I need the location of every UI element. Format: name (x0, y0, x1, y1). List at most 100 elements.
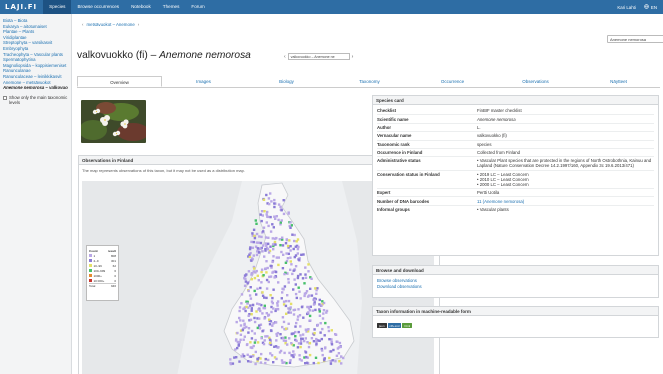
observation-cell (281, 236, 284, 239)
tab-biology[interactable]: Biology (245, 76, 328, 87)
observation-cell (252, 254, 255, 257)
observation-cell (314, 287, 317, 290)
observation-cell (246, 282, 249, 285)
observation-cell (294, 335, 297, 338)
observation-cell (267, 215, 270, 219)
observation-cell (287, 311, 290, 314)
observation-cell (260, 219, 263, 223)
observation-cell (248, 294, 252, 297)
nav-notebook[interactable]: Notebook (125, 0, 157, 14)
observation-cell (321, 300, 324, 303)
json-badge[interactable]: json (377, 323, 387, 328)
observation-cell (289, 268, 292, 271)
observation-cell (281, 325, 284, 329)
observation-cell (315, 342, 318, 346)
tree-item[interactable]: Ranunculaceae – leinikkikasvit (3, 74, 68, 80)
species-photo[interactable] (81, 100, 146, 143)
nav-browse-occurrences[interactable]: Browse occurrences (71, 0, 125, 14)
observation-cell (253, 267, 256, 270)
tab-specimens[interactable]: Näytteet (577, 76, 660, 87)
table-row: Checklist FinBIF master checklist (377, 107, 654, 116)
next-taxon-button[interactable]: › (352, 54, 354, 60)
observation-cell (260, 270, 263, 274)
observation-cell (258, 303, 261, 306)
breadcrumb-parent-link[interactable]: metsävuokot – Anemone (86, 22, 134, 27)
rdf-xml-badge[interactable]: rdf+xml (387, 323, 402, 328)
observation-cell (340, 362, 343, 365)
tab-observations[interactable]: Observations (494, 76, 577, 87)
observation-cell (260, 210, 264, 213)
legend-swatch (89, 279, 92, 282)
observation-cell (268, 202, 271, 206)
observation-cell (271, 302, 274, 305)
observation-cell (239, 319, 242, 322)
machine-panel-title: Taxon information in machine-readable fo… (373, 307, 658, 316)
main-levels-checkbox[interactable]: Show only the main taxonomic levels (3, 95, 68, 106)
observation-cell (297, 342, 301, 345)
tree-item-current[interactable]: Anemone nemorosa – valkovuokko (3, 85, 68, 91)
html-badge[interactable]: html (402, 323, 413, 328)
observation-cell (292, 332, 295, 335)
observation-cell (262, 244, 265, 247)
checkbox-label: Show only the main taxonomic levels (9, 94, 68, 106)
row-key: Checklist (377, 108, 397, 114)
chevron-right-icon[interactable]: › (138, 22, 139, 27)
observation-cell (312, 361, 315, 365)
tab-taxonomy[interactable]: Taxonomy (328, 76, 411, 87)
checkbox-icon[interactable] (3, 95, 7, 100)
taxon-search-input[interactable]: Anemone nemorosa (607, 35, 663, 43)
observation-cell (256, 302, 259, 305)
observation-cell (277, 256, 280, 259)
observation-cell (291, 272, 294, 276)
observation-cell (274, 345, 278, 348)
observation-cell (292, 308, 295, 312)
dna-barcodes-link[interactable]: 11 (Anemone nemorosa) (477, 199, 654, 204)
tab-overview[interactable]: Overview (77, 76, 162, 87)
observation-cell (298, 358, 302, 361)
row-value: Anemone nemorosa (477, 116, 516, 122)
observation-cell (247, 270, 251, 273)
download-observations-link[interactable]: Download observations (373, 284, 658, 290)
observation-cell (284, 261, 288, 264)
observation-cell (242, 319, 245, 322)
observation-cell (277, 281, 280, 284)
observation-cell (308, 341, 312, 345)
user-menu[interactable]: Kari Lahti (617, 5, 636, 10)
language-selector[interactable]: EN (644, 4, 657, 10)
observation-cell (289, 256, 292, 259)
nav-themes[interactable]: Themes (157, 0, 186, 14)
observation-cell (249, 355, 253, 358)
site-logo[interactable]: LAJI.FI (0, 3, 43, 11)
observation-cell (315, 292, 318, 295)
observation-cell (339, 345, 342, 349)
observation-cell (292, 313, 296, 316)
taxon-select-dropdown[interactable]: valkovuokko – Anemone ne (287, 53, 350, 60)
observation-cell (264, 361, 267, 365)
nav-forum[interactable]: Forum (185, 0, 210, 14)
row-key: Informal groups (377, 206, 410, 212)
observation-cell (274, 270, 278, 274)
observation-cell (243, 284, 247, 287)
observation-cell (249, 297, 253, 300)
observation-cell (247, 331, 250, 334)
observation-cell (289, 306, 292, 309)
observation-cell (329, 350, 333, 353)
tab-occurrence[interactable]: Occurrence (411, 76, 494, 87)
observation-cell (322, 312, 325, 315)
observation-cell (266, 248, 270, 251)
observation-cell (315, 340, 318, 343)
observation-cell (274, 217, 277, 220)
observation-cell (296, 238, 300, 241)
observation-cell (265, 260, 268, 263)
observation-cell (266, 210, 269, 214)
observation-cell (275, 332, 278, 336)
observation-cell (240, 302, 243, 305)
observation-cell (289, 249, 292, 252)
species-card-title: Species card (373, 96, 658, 105)
previous-taxon-button[interactable]: ‹ (284, 54, 286, 60)
observation-cell (279, 244, 282, 247)
observation-cell (295, 339, 298, 343)
observation-cell (296, 346, 300, 349)
tab-images[interactable]: Images (162, 76, 245, 87)
nav-species[interactable]: Species (43, 0, 72, 14)
